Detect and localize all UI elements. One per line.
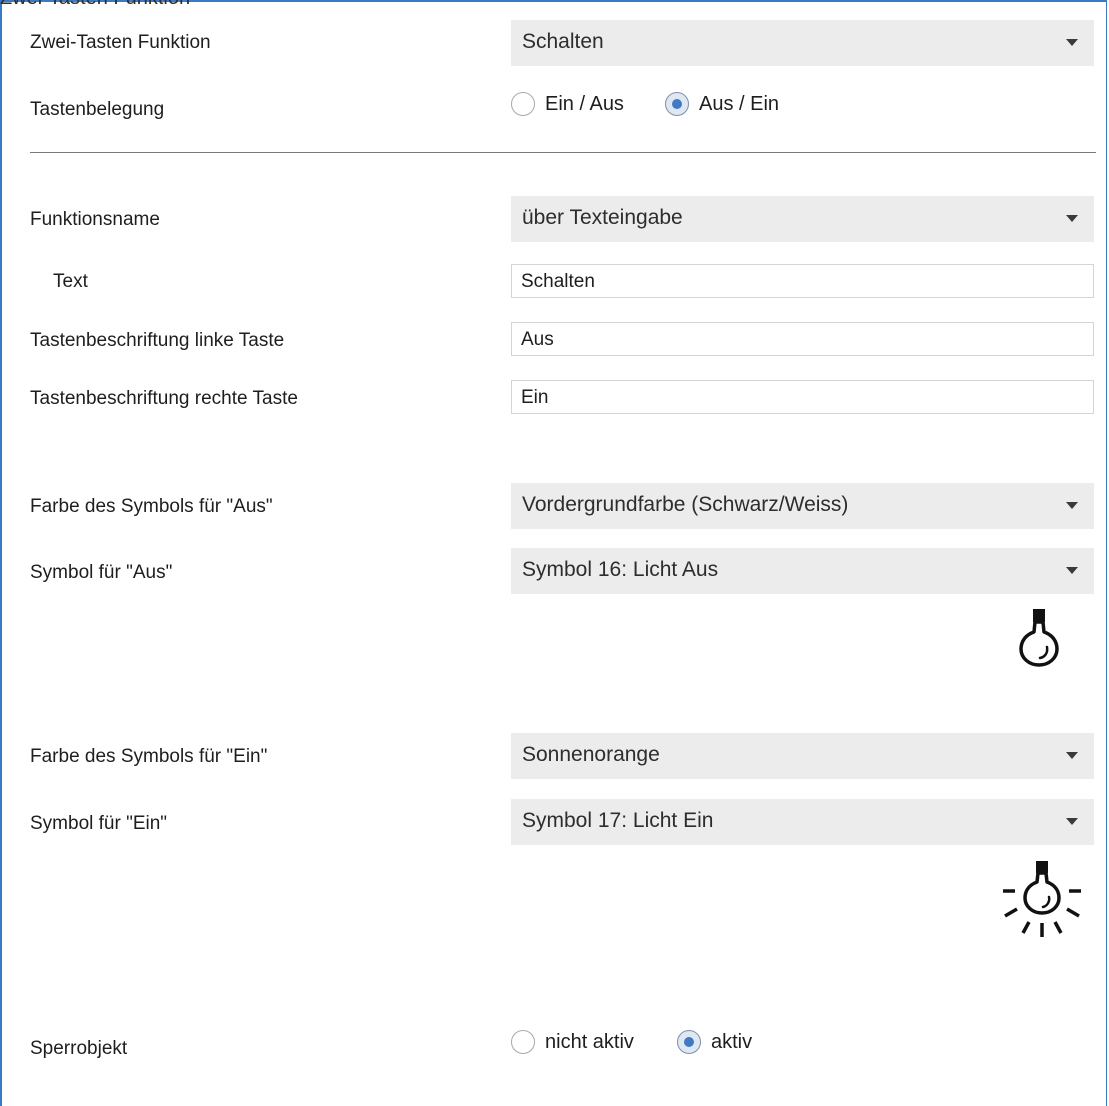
radio-nicht-aktiv-label: nicht aktiv [545,1030,634,1053]
text-input[interactable]: Schalten [511,264,1094,298]
rechte-taste-input[interactable]: Ein [511,380,1094,414]
symbol-aus-value: Symbol 16: Licht Aus [522,558,719,581]
chevron-down-icon [1066,502,1078,509]
symbol-ein-select[interactable]: Symbol 17: Licht Ein [511,799,1094,845]
chevron-down-icon [1066,567,1078,574]
zwei-tasten-label: Zwei-Tasten Funktion [30,32,211,53]
linke-taste-input[interactable]: Aus [511,322,1094,356]
funktionsname-value: über Texteingabe [522,206,683,229]
light-on-icon [1003,861,1081,937]
radio-circle-icon [511,1030,535,1054]
linke-taste-value: Aus [521,329,554,350]
farbe-aus-label: Farbe des Symbols für "Aus" [30,496,273,517]
section-divider [30,152,1096,153]
chevron-down-icon [1066,215,1078,222]
tastenbelegung-label: Tastenbelegung [30,99,165,120]
zwei-tasten-value: Schalten [522,30,604,53]
text-label: Text [53,271,88,292]
symbol-ein-label: Symbol für "Ein" [30,813,168,834]
chevron-down-icon [1066,39,1078,46]
radio-circle-icon [511,92,535,116]
radio-aus-ein-label: Aus / Ein [699,92,780,115]
farbe-ein-label: Farbe des Symbols für "Ein" [30,746,268,767]
chevron-down-icon [1066,752,1078,759]
radio-aktiv-label: aktiv [711,1030,753,1053]
radio-ein-aus-label: Ein / Aus [545,92,624,115]
farbe-aus-select[interactable]: Vordergrundfarbe (Schwarz/Weiss) [511,483,1094,529]
radio-selected-icon [665,92,689,116]
radio-nicht-aktiv[interactable]: nicht aktiv [511,1030,634,1054]
zwei-tasten-select[interactable]: Schalten [511,20,1094,66]
linke-taste-label: Tastenbeschriftung linke Taste [30,330,285,351]
rechte-taste-label: Tastenbeschriftung rechte Taste [30,388,298,409]
light-off-icon [1019,609,1059,667]
rechte-taste-value: Ein [521,387,549,408]
window-title: Zwei-Tasten Funktion [0,0,1109,8]
funktionsname-select[interactable]: über Texteingabe [511,196,1094,242]
farbe-ein-value: Sonnenorange [522,743,660,766]
text-input-value: Schalten [521,271,595,292]
symbol-aus-select[interactable]: Symbol 16: Licht Aus [511,548,1094,594]
radio-selected-icon [677,1030,701,1054]
radio-aus-ein[interactable]: Aus / Ein [665,92,779,116]
symbol-aus-label: Symbol für "Aus" [30,562,173,583]
radio-ein-aus[interactable]: Ein / Aus [511,92,624,116]
farbe-ein-select[interactable]: Sonnenorange [511,733,1094,779]
funktionsname-label: Funktionsname [30,209,160,230]
farbe-aus-value: Vordergrundfarbe (Schwarz/Weiss) [522,493,849,516]
sperrobjekt-label: Sperrobjekt [30,1038,128,1059]
radio-aktiv[interactable]: aktiv [677,1030,752,1054]
symbol-ein-value: Symbol 17: Licht Ein [522,809,714,832]
chevron-down-icon [1066,818,1078,825]
